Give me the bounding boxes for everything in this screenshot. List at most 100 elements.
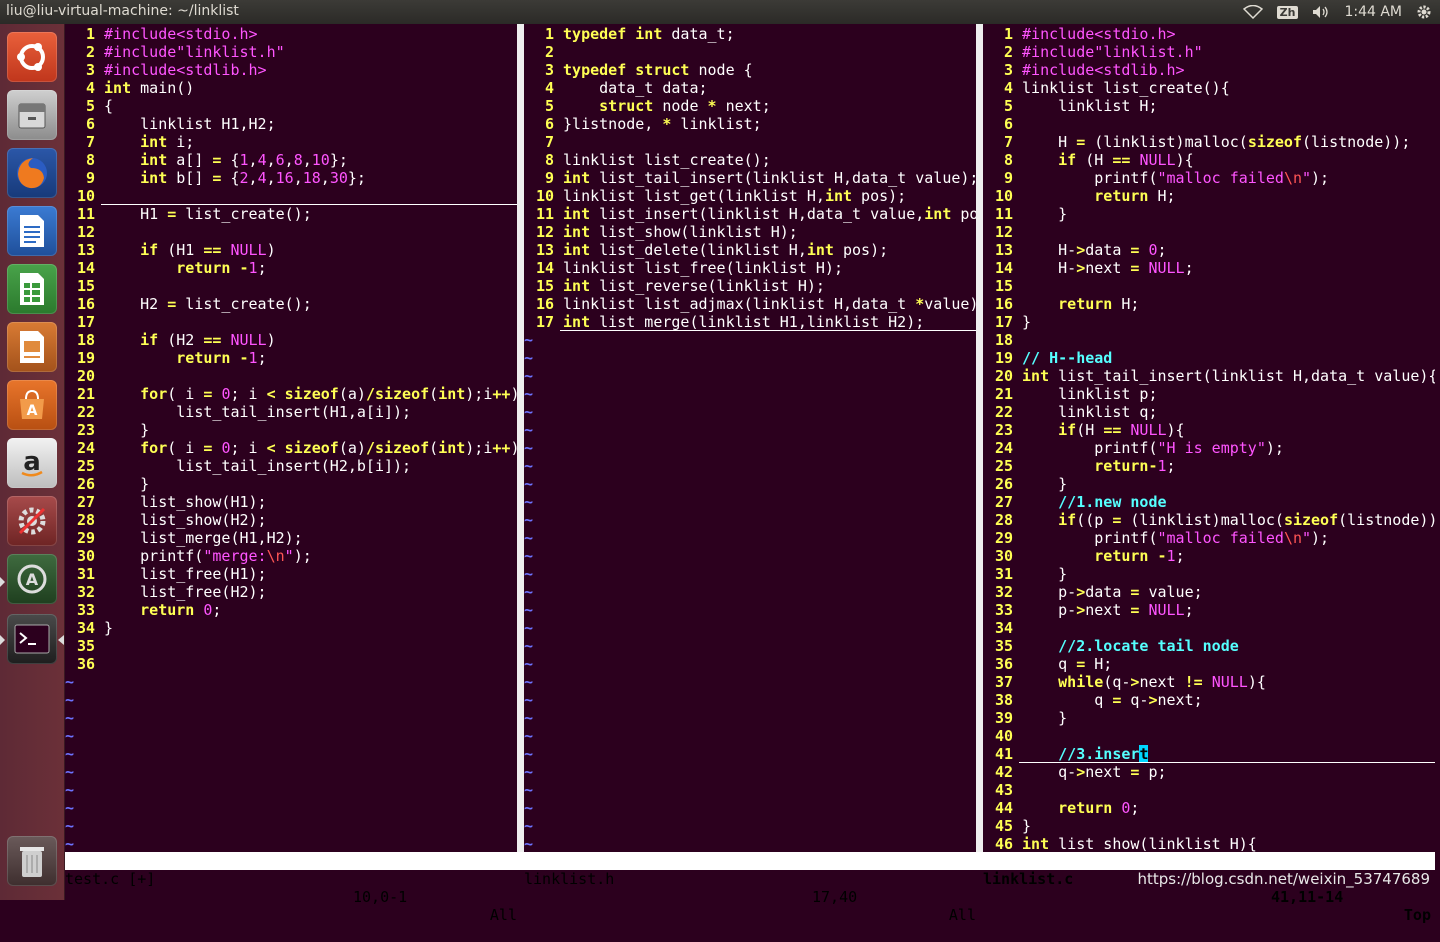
code-line[interactable]: 14 return -1;	[65, 259, 517, 277]
code-line[interactable]: 17	[65, 313, 517, 331]
code-line[interactable]: 8 linklist list_create();	[524, 151, 976, 169]
gear-icon[interactable]	[1416, 4, 1432, 20]
code-line[interactable]: 14 linklist list_free(linklist H);	[524, 259, 976, 277]
editor-pane-linklist-h[interactable]: 1 typedef int data_t; 2 3 typedef struct …	[524, 24, 976, 852]
code-line[interactable]: 24 for( i = 0; i < sizeof(a)/sizeof(int)…	[65, 439, 517, 457]
code-line[interactable]: 16 return H;	[983, 295, 1435, 313]
code-line[interactable]: 28 list_show(H2);	[65, 511, 517, 529]
code-line[interactable]: 33 p->next = NULL;	[983, 601, 1435, 619]
code-line[interactable]: 12 int list_show(linklist H);	[524, 223, 976, 241]
code-line[interactable]: 2 #include"linklist.h"	[65, 43, 517, 61]
code-line[interactable]: 27 list_show(H1);	[65, 493, 517, 511]
code-line[interactable]: 24 printf("H is empty");	[983, 439, 1435, 457]
code-line[interactable]: 14 H->next = NULL;	[983, 259, 1435, 277]
code-line[interactable]: 30 return -1;	[983, 547, 1435, 565]
files-button[interactable]	[7, 90, 57, 140]
code-line[interactable]: 12	[983, 223, 1435, 241]
code-line[interactable]: 40	[983, 727, 1435, 745]
code-line[interactable]: 31 list_free(H1);	[65, 565, 517, 583]
code-line[interactable]: 34	[983, 619, 1435, 637]
code-line[interactable]: 4 int main()	[65, 79, 517, 97]
code-line[interactable]: 19 // H--head	[983, 349, 1435, 367]
code-line[interactable]: 23 }	[65, 421, 517, 439]
code-line[interactable]: 23 if(H == NULL){	[983, 421, 1435, 439]
code-line[interactable]: 9 printf("malloc failed\n");	[983, 169, 1435, 187]
code-line[interactable]: 9 int b[] = {2,4,16,18,30};	[65, 169, 517, 187]
editor-pane-linklist-c[interactable]: 1 #include<stdio.h> 2 #include"linklist.h…	[983, 24, 1435, 852]
code-line[interactable]: 18	[983, 331, 1435, 349]
code-line[interactable]: 10 return H;	[983, 187, 1435, 205]
code-line[interactable]: 21 for( i = 0; i < sizeof(a)/sizeof(int)…	[65, 385, 517, 403]
code-line[interactable]: 3 #include<stdlib.h>	[983, 61, 1435, 79]
code-line[interactable]: 43	[983, 781, 1435, 799]
code-line[interactable]: 32 p->data = value;	[983, 583, 1435, 601]
clock[interactable]: 1:44 AM	[1344, 4, 1402, 20]
code-line[interactable]: 11 int list_insert(linklist H,data_t val…	[524, 205, 976, 223]
code-line[interactable]: 37 while(q->next != NULL){	[983, 673, 1435, 691]
code-line[interactable]: 18 if (H2 == NULL)	[65, 331, 517, 349]
amazon-button[interactable]: a	[7, 438, 57, 488]
code-line[interactable]: 13 H->data = 0;	[983, 241, 1435, 259]
code-line[interactable]: 8 if (H == NULL){	[983, 151, 1435, 169]
trash-button[interactable]	[7, 836, 57, 886]
calc-button[interactable]	[7, 264, 57, 314]
software-updater-button[interactable]: A	[7, 554, 57, 604]
code-line[interactable]: 7 H = (linklist)malloc(sizeof(listnode))…	[983, 133, 1435, 151]
code-line[interactable]: 31 }	[983, 565, 1435, 583]
code-line[interactable]: 2 #include"linklist.h"	[983, 43, 1435, 61]
code-line[interactable]: 5 {	[65, 97, 517, 115]
code-line[interactable]: 17 }	[983, 313, 1435, 331]
code-line[interactable]: 4 data_t data;	[524, 79, 976, 97]
code-line[interactable]: 28 if((p = (linklist)malloc(sizeof(listn…	[983, 511, 1435, 529]
code-line[interactable]: 22 list_tail_insert(H1,a[i]);	[65, 403, 517, 421]
volume-icon[interactable]	[1312, 5, 1330, 19]
code-line[interactable]: 8 int a[] = {1,4,6,8,10};	[65, 151, 517, 169]
code-line[interactable]: 6 }listnode, * linklist;	[524, 115, 976, 133]
code-line[interactable]: 5 struct node * next;	[524, 97, 976, 115]
code-line[interactable]: 7	[524, 133, 976, 151]
code-line[interactable]: 11 }	[983, 205, 1435, 223]
code-line[interactable]: 10 linklist list_get(linklist H,int pos)…	[524, 187, 976, 205]
code-line[interactable]: 35 //2.locate tail node	[983, 637, 1435, 655]
terminal-button[interactable]	[7, 614, 57, 664]
code-line[interactable]: 42 q->next = p;	[983, 763, 1435, 781]
code-line[interactable]: 19 return -1;	[65, 349, 517, 367]
code-line[interactable]: 15	[65, 277, 517, 295]
impress-button[interactable]	[7, 322, 57, 372]
code-line[interactable]: 13 int list_delete(linklist H,int pos);	[524, 241, 976, 259]
code-line[interactable]: 4 linklist list_create(){	[983, 79, 1435, 97]
code-line[interactable]: 10	[65, 187, 517, 205]
code-line[interactable]: 16 linklist list_adjmax(linklist H,data_…	[524, 295, 976, 313]
terminal-window[interactable]: 1 #include<stdio.h> 2 #include"linklist.h…	[65, 24, 1440, 924]
code-line[interactable]: 15	[983, 277, 1435, 295]
code-line[interactable]: 12	[65, 223, 517, 241]
code-line[interactable]: 33 return 0;	[65, 601, 517, 619]
code-line[interactable]: 35	[65, 637, 517, 655]
input-method-indicator[interactable]: Zh	[1276, 5, 1299, 19]
code-line[interactable]: 27 //1.new node	[983, 493, 1435, 511]
code-line[interactable]: 39 }	[983, 709, 1435, 727]
firefox-button[interactable]	[7, 148, 57, 198]
vertical-split-separator[interactable]	[976, 24, 983, 852]
code-line[interactable]: 6	[983, 115, 1435, 133]
dash-home-button[interactable]	[7, 32, 57, 82]
code-line[interactable]: 16 H2 = list_create();	[65, 295, 517, 313]
code-line[interactable]: 13 if (H1 == NULL)	[65, 241, 517, 259]
code-line[interactable]: 44 return 0;	[983, 799, 1435, 817]
code-line[interactable]: 36	[65, 655, 517, 673]
code-line[interactable]: 5 linklist H;	[983, 97, 1435, 115]
code-line[interactable]: 7 int i;	[65, 133, 517, 151]
editor-pane-test-c[interactable]: 1 #include<stdio.h> 2 #include"linklist.h…	[65, 24, 517, 852]
code-line[interactable]: 17 int list_merge(linklist H1,linklist H…	[524, 313, 976, 331]
code-line[interactable]: 20	[65, 367, 517, 385]
code-line[interactable]: 6 linklist H1,H2;	[65, 115, 517, 133]
code-line[interactable]: 29 list_merge(H1,H2);	[65, 529, 517, 547]
code-line[interactable]: 1 typedef int data_t;	[524, 25, 976, 43]
code-line[interactable]: 1 #include<stdio.h>	[983, 25, 1435, 43]
code-line[interactable]: 32 list_free(H2);	[65, 583, 517, 601]
code-line[interactable]: 30 printf("merge:\n");	[65, 547, 517, 565]
code-line[interactable]: 26 }	[983, 475, 1435, 493]
writer-button[interactable]	[7, 206, 57, 256]
code-line[interactable]: 41 //3.insert	[983, 745, 1435, 763]
code-line[interactable]: 2	[524, 43, 976, 61]
